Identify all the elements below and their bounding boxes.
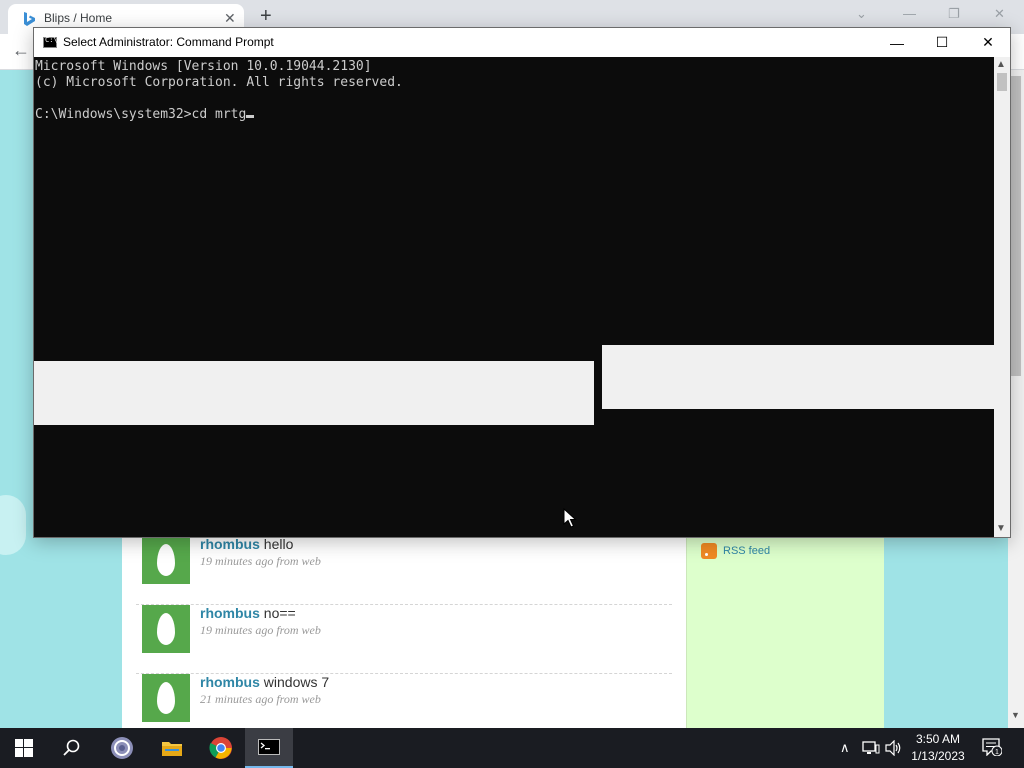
cmd-scrollbar[interactable]: ▲ ▼	[994, 57, 1010, 537]
rss-feed-label[interactable]: RSS feed	[723, 545, 770, 557]
mouse-pointer-icon	[563, 508, 577, 528]
avatar[interactable]	[142, 536, 190, 584]
browser-minimize-button[interactable]: —	[903, 6, 916, 22]
notification-count: 1	[995, 749, 999, 756]
status-line: rhombus no==	[200, 605, 296, 621]
cloud-decoration	[0, 495, 26, 555]
status-item: rhombus no== 19 minutes ago from web	[136, 605, 672, 674]
console-prompt-line: C:\Windows\system32>cd mrtg	[35, 107, 247, 122]
sidebar: RSS feed	[686, 538, 884, 728]
avatar[interactable]	[142, 674, 190, 722]
clock-date[interactable]: 1/13/2023	[910, 749, 966, 763]
console-line: Microsoft Windows [Version 10.0.19044.21…	[35, 59, 372, 74]
egg-icon	[157, 682, 175, 714]
chrome-icon	[209, 737, 232, 759]
search-button[interactable]	[48, 728, 96, 768]
status-username[interactable]: rhombus	[200, 674, 260, 690]
new-tab-button[interactable]: +	[260, 5, 272, 27]
status-meta: 19 minutes ago from web	[200, 554, 321, 568]
scroll-down-arrow-icon[interactable]: ▼	[1011, 710, 1020, 720]
tab-close-icon[interactable]: ✕	[224, 10, 236, 26]
taskbar-app-command-prompt[interactable]	[245, 728, 293, 768]
render-artifact	[34, 361, 594, 425]
cmd-icon[interactable]: C:\_	[43, 36, 62, 48]
rss-icon	[701, 543, 717, 559]
egg-icon	[157, 613, 175, 645]
cmd-titlebar[interactable]: C:\_ Select Administrator: Command Promp…	[34, 28, 1010, 57]
windows-logo-icon	[15, 739, 33, 757]
taskbar-app-file-explorer[interactable]	[148, 728, 196, 768]
status-meta: 19 minutes ago from web	[200, 623, 321, 637]
browser-app-icon	[111, 737, 133, 759]
tab-search-icon[interactable]: ⌄	[856, 6, 867, 22]
status-meta: 21 minutes ago from web	[200, 692, 321, 706]
status-item: rhombus hello 19 minutes ago from web	[136, 536, 672, 605]
browser-restore-button[interactable]: ❐	[948, 6, 960, 22]
status-username[interactable]: rhombus	[200, 536, 260, 552]
cmd-maximize-button[interactable]: ☐	[919, 28, 965, 57]
volume-icon[interactable]	[885, 740, 903, 756]
avatar[interactable]	[142, 605, 190, 653]
taskbar-app-chrome[interactable]	[197, 728, 245, 768]
timeline: rhombus hello 19 minutes ago from web rh…	[122, 536, 686, 728]
show-hidden-icons-chevron-icon[interactable]: ∧	[840, 740, 850, 756]
taskbar: ∧ 3:50 AM 1/13/2023 1	[0, 728, 1024, 768]
status-text: windows 7	[263, 674, 330, 690]
tab-title: Blips / Home	[44, 11, 113, 25]
cmd-scroll-thumb[interactable]	[997, 73, 1007, 91]
page-scroll-thumb[interactable]	[1011, 76, 1021, 376]
folder-icon	[162, 742, 182, 756]
console-line: (c) Microsoft Corporation. All rights re…	[35, 75, 403, 90]
rss-feed-link[interactable]: RSS feed	[701, 543, 770, 559]
search-icon	[63, 739, 80, 756]
status-text: hello	[263, 536, 294, 552]
console-area[interactable]: Microsoft Windows [Version 10.0.19044.21…	[34, 57, 994, 537]
start-button[interactable]	[0, 728, 48, 768]
cmd-minimize-button[interactable]: —	[874, 28, 920, 57]
scroll-down-arrow-icon[interactable]: ▼	[996, 523, 1006, 534]
render-artifact	[602, 345, 994, 409]
status-username[interactable]: rhombus	[200, 605, 260, 621]
back-arrow-icon[interactable]: ←	[12, 40, 30, 61]
cmd-window-title: Select Administrator: Command Prompt	[63, 35, 274, 49]
scroll-up-arrow-icon[interactable]: ▲	[996, 59, 1006, 70]
cmd-close-button[interactable]: ✕	[965, 28, 1011, 57]
clock-time[interactable]: 3:50 AM	[910, 732, 966, 746]
network-icon[interactable]	[862, 740, 880, 756]
status-line: rhombus windows 7	[200, 674, 329, 690]
text-cursor	[246, 115, 255, 118]
taskbar-app-browser[interactable]	[98, 728, 146, 768]
browser-close-button[interactable]: ✕	[994, 6, 1005, 22]
status-text: no==	[263, 605, 296, 621]
egg-icon	[157, 544, 175, 576]
cmd-icon	[258, 739, 280, 755]
console-output: Microsoft Windows [Version 10.0.19044.21…	[35, 59, 403, 123]
command-prompt-window[interactable]: C:\_ Select Administrator: Command Promp…	[33, 27, 1011, 538]
bing-icon	[24, 12, 35, 26]
cmd-icon-text: C:\_	[45, 36, 62, 44]
status-line: rhombus hello	[200, 536, 293, 552]
notification-center-icon[interactable]: 1	[982, 738, 1002, 756]
